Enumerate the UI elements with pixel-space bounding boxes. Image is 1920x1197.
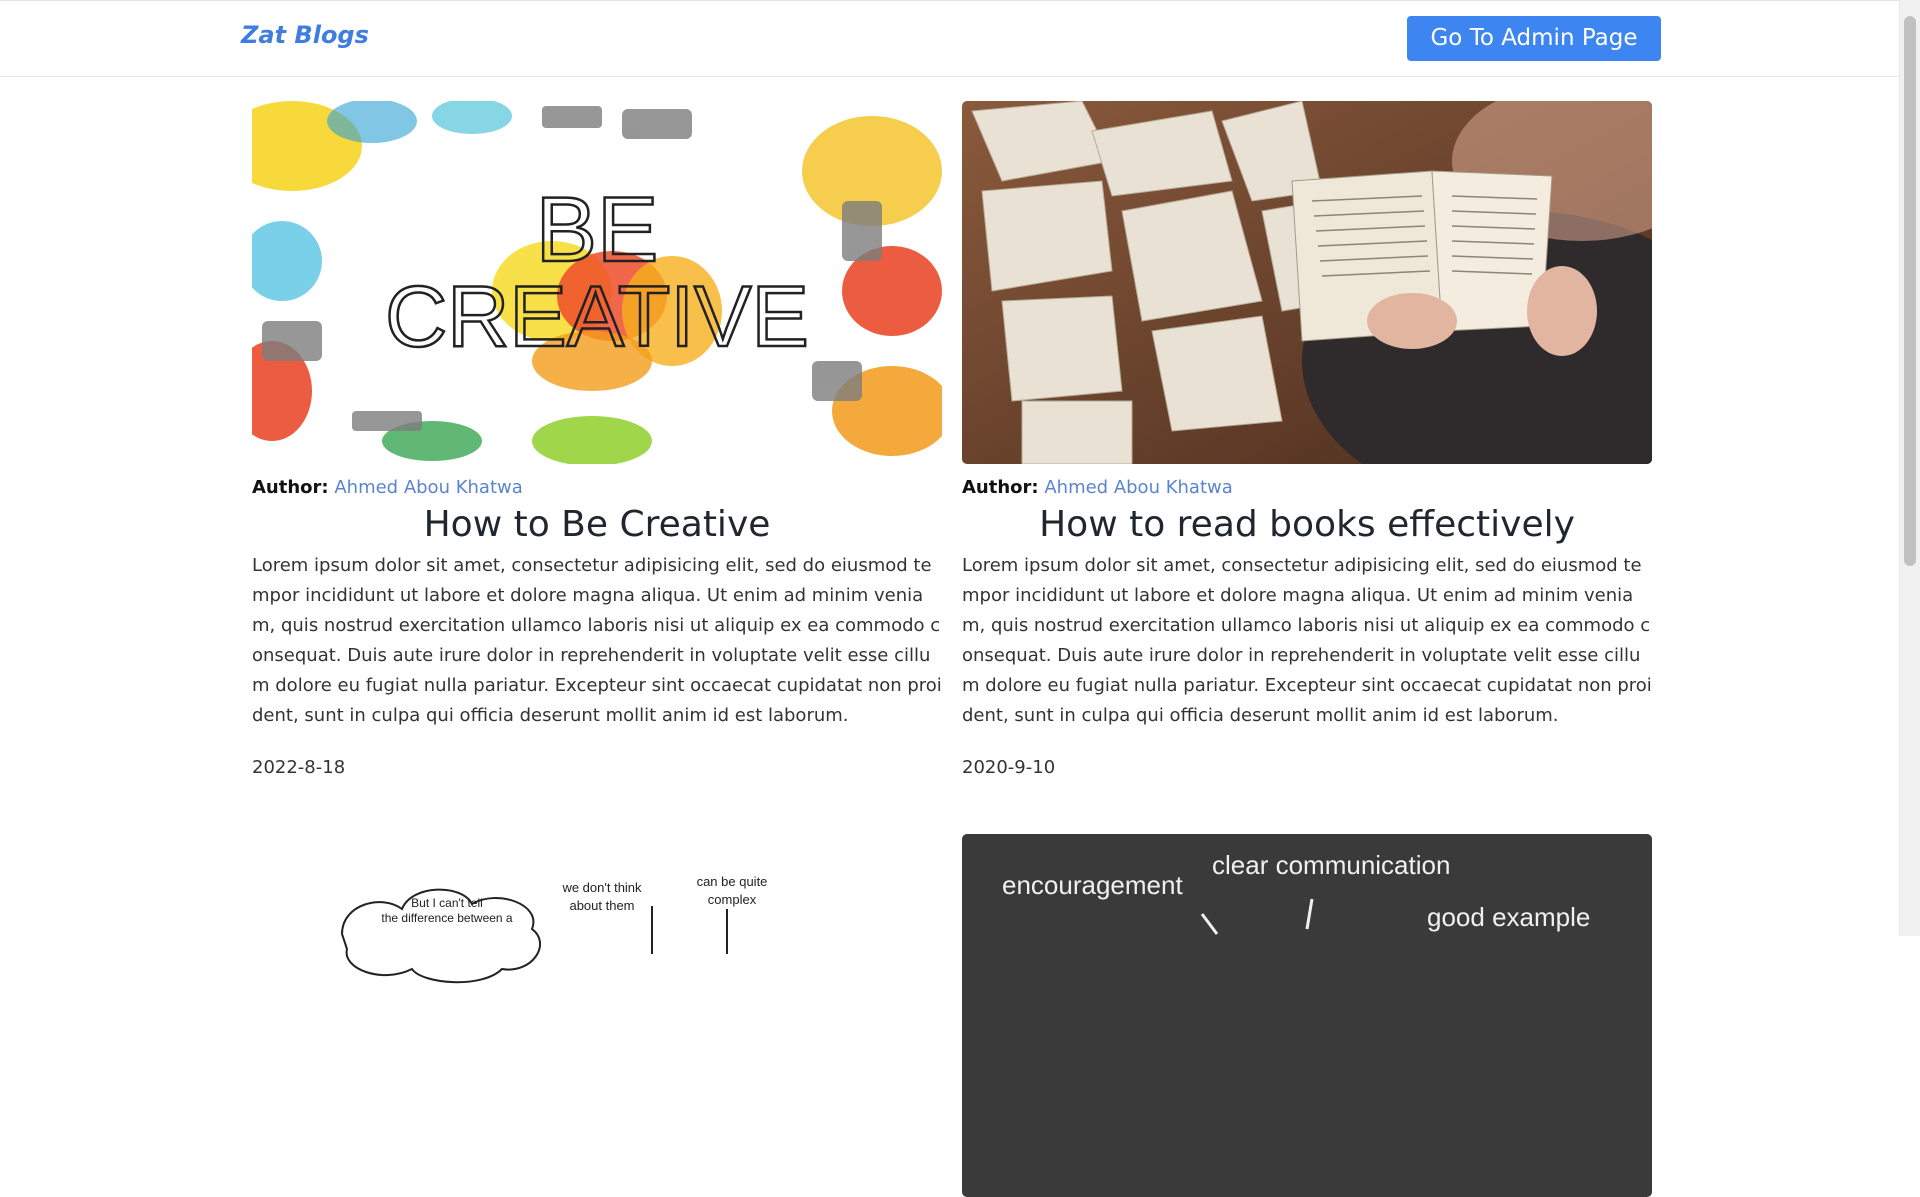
post-image[interactable] bbox=[962, 101, 1652, 464]
reading-books-photo bbox=[962, 101, 1652, 464]
image-text-creative: CREATIVE bbox=[385, 269, 809, 365]
author-label: Author: bbox=[252, 477, 329, 498]
chalk-text: clear communication bbox=[1212, 850, 1450, 880]
sketch-text: complex bbox=[708, 892, 757, 907]
post-title[interactable]: How to Be Creative bbox=[252, 503, 942, 547]
post-excerpt: Lorem ipsum dolor sit amet, consectetur … bbox=[252, 555, 942, 726]
be-creative-illustration: BE CREATIVE bbox=[252, 101, 942, 464]
post-image[interactable]: clear communication encouragement good e… bbox=[962, 834, 1652, 1197]
post-excerpt: Lorem ipsum dolor sit amet, consectetur … bbox=[962, 555, 1652, 726]
post-date: 2022-8-18 bbox=[252, 757, 346, 778]
blog-card: BE CREATIVE Author: Ahmed Abou Khatwa Ho… bbox=[252, 101, 942, 778]
chalk-text: encouragement bbox=[1002, 870, 1183, 900]
chalk-text: good example bbox=[1427, 902, 1590, 932]
admin-page-button[interactable]: Go To Admin Page bbox=[1407, 16, 1661, 61]
image-text-be: BE bbox=[536, 179, 659, 281]
blog-card: But I can't tell the difference between … bbox=[252, 834, 942, 1197]
sketch-text: the difference between a bbox=[381, 911, 513, 925]
page-scrollbar[interactable] bbox=[1899, 0, 1920, 936]
post-title[interactable]: How to read books effectively bbox=[962, 503, 1652, 547]
navbar: Zat Blogs Go To Admin Page bbox=[0, 1, 1900, 77]
post-image[interactable]: But I can't tell the difference between … bbox=[252, 834, 942, 1197]
post-date: 2020-9-10 bbox=[962, 757, 1056, 778]
sketch-text: But I can't tell bbox=[411, 896, 483, 910]
sketch-text: about them bbox=[569, 898, 634, 913]
blog-card: Author: Ahmed Abou Khatwa How to read bo… bbox=[962, 101, 1652, 778]
author-label: Author: bbox=[962, 477, 1039, 498]
post-author: Author: Ahmed Abou Khatwa bbox=[252, 475, 942, 501]
author-link[interactable]: Ahmed Abou Khatwa bbox=[334, 477, 522, 498]
blog-card: clear communication encouragement good e… bbox=[962, 834, 1652, 1197]
post-image[interactable]: BE CREATIVE bbox=[252, 101, 942, 464]
post-author: Author: Ahmed Abou Khatwa bbox=[962, 475, 1652, 501]
scrollbar-thumb[interactable] bbox=[1904, 16, 1916, 566]
sketch-text: we don't think bbox=[561, 880, 642, 895]
sketch-text: can be quite bbox=[697, 874, 768, 889]
chalkboard: clear communication encouragement good e… bbox=[962, 834, 1652, 1197]
author-link[interactable]: Ahmed Abou Khatwa bbox=[1044, 477, 1232, 498]
brand-logo-link[interactable]: Zat Blogs bbox=[241, 21, 369, 49]
thinking-sketch: But I can't tell the difference between … bbox=[252, 834, 942, 1197]
